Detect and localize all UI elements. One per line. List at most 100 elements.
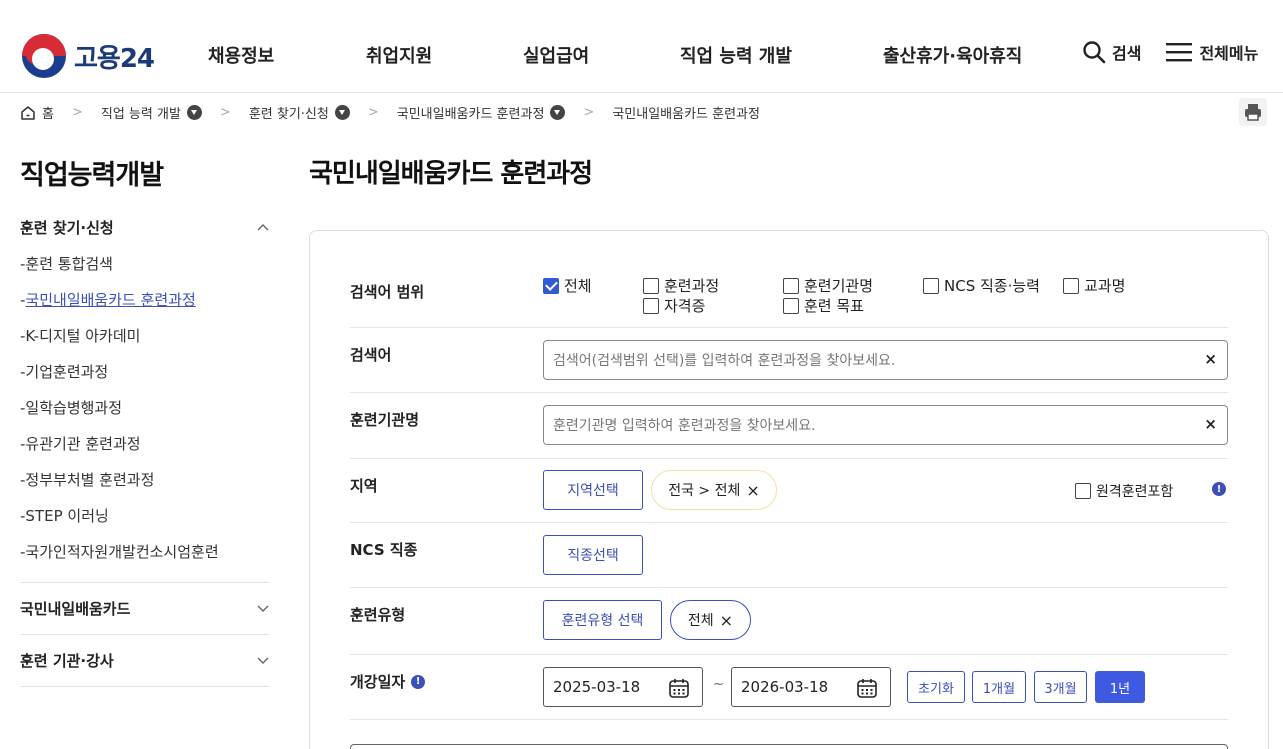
sidebar-item-k-digital[interactable]: -K-디지털 아카데미 — [20, 318, 269, 354]
sidebar: 훈련 찾기·신청 -훈련 통합검색 -국민내일배움카드 훈련과정 -K-디지털 … — [20, 210, 269, 687]
checkbox-icon — [1075, 483, 1091, 499]
sidebar-item-ministry-training[interactable]: -정부부처별 훈련과정 — [20, 462, 269, 498]
checkbox-icon — [783, 277, 799, 294]
training-type-tag: 전체 × — [670, 600, 751, 640]
next-field-input[interactable] — [350, 744, 1228, 749]
training-type-label: 훈련유형 — [350, 606, 406, 624]
dropdown-icon[interactable] — [550, 105, 566, 120]
scope-subject-checkbox[interactable]: 교과명 — [1063, 275, 1125, 296]
nav-item-parental-leave[interactable]: 출산휴가·육아휴직 — [883, 42, 1022, 68]
start-date-row: 개강일자 ! 2025-03-18 ~ 2026-03-18 초기화 1개월 3… — [350, 655, 1228, 720]
calendar-icon[interactable] — [668, 677, 690, 699]
site-logo[interactable]: 고용24 — [22, 34, 155, 78]
printer-icon — [1245, 104, 1261, 121]
sidebar-item-corporate-training[interactable]: -기업훈련과정 — [20, 354, 269, 390]
checkbox-icon — [783, 297, 799, 314]
scope-institution-checkbox[interactable]: 훈련기관명 — [783, 275, 873, 296]
ncs-label: NCS 직종 — [350, 541, 418, 559]
search-icon — [1083, 41, 1106, 64]
checkbox-icon — [643, 277, 659, 294]
info-icon[interactable]: ! — [411, 674, 426, 689]
remove-tag-icon[interactable]: × — [746, 481, 759, 500]
breadcrumb-item[interactable]: 국민내일배움카드 훈련과정 — [397, 103, 566, 122]
checkbox-icon — [923, 277, 939, 294]
region-label: 지역 — [350, 477, 378, 495]
start-date-from-input[interactable]: 2025-03-18 — [543, 667, 703, 707]
search-label: 검색 — [1112, 44, 1142, 63]
chevron-right-icon: > — [583, 105, 595, 120]
sidebar-title: 직업능력개발 — [20, 160, 164, 191]
scope-certificate-checkbox[interactable]: 자격증 — [643, 295, 705, 316]
institution-label: 훈련기관명 — [350, 411, 420, 429]
breadcrumb-home[interactable]: 홈 — [20, 103, 54, 122]
page-title: 국민내일배움카드 훈련과정 — [309, 159, 593, 189]
sidebar-item-step-elearning[interactable]: -STEP 이러닝 — [20, 498, 269, 534]
nav-item-employment-support[interactable]: 취업지원 — [366, 42, 523, 68]
calendar-icon[interactable] — [856, 677, 878, 699]
hamburger-menu-icon — [1166, 43, 1193, 62]
main-nav: 채용정보 취업지원 실업급여 직업 능력 개발 출산휴가·육아휴직 — [208, 42, 1022, 68]
period-3-month-button[interactable]: 3개월 — [1034, 671, 1087, 703]
breadcrumb: 홈 > 직업 능력 개발 > 훈련 찾기·신청 > 국민내일배움카드 훈련과정 … — [20, 103, 760, 122]
nav-item-job-skills[interactable]: 직업 능력 개발 — [680, 42, 883, 68]
sidebar-section-training-search[interactable]: 훈련 찾기·신청 — [20, 210, 269, 244]
dropdown-icon[interactable] — [186, 105, 202, 120]
chevron-up-icon — [257, 224, 269, 231]
chevron-right-icon: > — [71, 105, 83, 120]
breadcrumb-item[interactable]: 직업 능력 개발 — [101, 103, 202, 122]
keyword-label: 검색어 — [350, 346, 392, 364]
print-button[interactable] — [1239, 98, 1267, 126]
government-emblem-icon — [22, 34, 66, 78]
reset-date-button[interactable]: 초기화 — [907, 671, 965, 703]
keyword-row: 검색어 검색어(검색범위 선택)를 입력하여 훈련과정을 찾아보세요. × — [350, 328, 1228, 393]
sidebar-item-related-institutions[interactable]: -유관기관 훈련과정 — [20, 426, 269, 462]
keyword-input[interactable]: 검색어(검색범위 선택)를 입력하여 훈련과정을 찾아보세요. × — [543, 340, 1228, 380]
institution-row: 훈련기관명 훈련기관명 입력하여 훈련과정을 찾아보세요. × — [350, 393, 1228, 459]
start-date-label: 개강일자 ! — [350, 671, 426, 692]
checkbox-icon — [1063, 277, 1079, 294]
remove-tag-icon[interactable]: × — [720, 611, 733, 630]
ncs-row: NCS 직종 직종선택 — [350, 523, 1228, 588]
institution-input[interactable]: 훈련기관명 입력하여 훈련과정을 찾아보세요. × — [543, 405, 1228, 445]
checkbox-icon — [643, 297, 659, 314]
scope-row: 검색어 범위 전체 훈련과정 훈련기관명 NCS 직종·능력 교과명 자격증 훈… — [350, 261, 1228, 328]
chevron-right-icon: > — [367, 105, 379, 120]
home-icon — [21, 105, 35, 120]
nav-item-unemployment-benefit[interactable]: 실업급여 — [523, 42, 680, 68]
remote-training-checkbox[interactable]: 원격훈련포함 — [1075, 481, 1173, 501]
region-row: 지역 지역선택 전국 > 전체 × 원격훈련포함 ! — [350, 459, 1228, 523]
training-type-row: 훈련유형 훈련유형 선택 전체 × — [350, 588, 1228, 655]
ncs-select-button[interactable]: 직종선택 — [543, 535, 643, 575]
sidebar-section-naeil-card[interactable]: 국민내일배움카드 — [20, 583, 269, 635]
sidebar-item-consortium[interactable]: -국가인적자원개발컨소시엄훈련 — [20, 534, 269, 570]
region-tag: 전국 > 전체 × — [651, 470, 777, 510]
scope-label: 검색어 범위 — [350, 283, 425, 301]
breadcrumb-item[interactable]: 훈련 찾기·신청 — [249, 103, 350, 122]
sidebar-item-work-study[interactable]: -일학습병행과정 — [20, 390, 269, 426]
period-1-year-button[interactable]: 1년 — [1095, 671, 1145, 703]
sidebar-section-institutions[interactable]: 훈련 기관·강사 — [20, 635, 269, 687]
info-icon[interactable]: ! — [1212, 482, 1226, 496]
scope-goal-checkbox[interactable]: 훈련 목표 — [783, 295, 864, 316]
scope-all-checkbox[interactable]: 전체 — [543, 275, 592, 296]
all-menu-button[interactable]: 전체메뉴 — [1165, 40, 1258, 64]
search-form-panel: 검색어 범위 전체 훈련과정 훈련기관명 NCS 직종·능력 교과명 자격증 훈… — [309, 230, 1269, 749]
scope-ncs-checkbox[interactable]: NCS 직종·능력 — [923, 275, 1040, 296]
scope-course-checkbox[interactable]: 훈련과정 — [643, 275, 719, 296]
start-date-to-input[interactable]: 2026-03-18 — [731, 667, 891, 707]
period-1-month-button[interactable]: 1개월 — [972, 671, 1026, 703]
training-type-select-button[interactable]: 훈련유형 선택 — [543, 600, 662, 640]
clear-icon[interactable]: × — [1204, 415, 1217, 433]
chevron-down-icon — [257, 605, 269, 612]
nav-item-jobs[interactable]: 채용정보 — [208, 42, 366, 68]
sidebar-sub-list: -훈련 통합검색 -국민내일배움카드 훈련과정 -K-디지털 아카데미 -기업훈… — [20, 246, 269, 570]
sidebar-item-integrated-search[interactable]: -훈련 통합검색 — [20, 246, 269, 282]
logo-text: 고용24 — [74, 43, 155, 74]
sidebar-item-naeil-card-courses[interactable]: -국민내일배움카드 훈련과정 — [20, 282, 269, 318]
region-select-button[interactable]: 지역선택 — [543, 470, 643, 510]
site-header: 고용24 채용정보 취업지원 실업급여 직업 능력 개발 출산휴가·육아휴직 검… — [0, 24, 1283, 84]
search-button[interactable]: 검색 — [1082, 40, 1141, 64]
clear-icon[interactable]: × — [1204, 350, 1217, 368]
dropdown-icon[interactable] — [334, 105, 350, 120]
breadcrumb-current: 국민내일배움카드 훈련과정 — [612, 107, 760, 122]
